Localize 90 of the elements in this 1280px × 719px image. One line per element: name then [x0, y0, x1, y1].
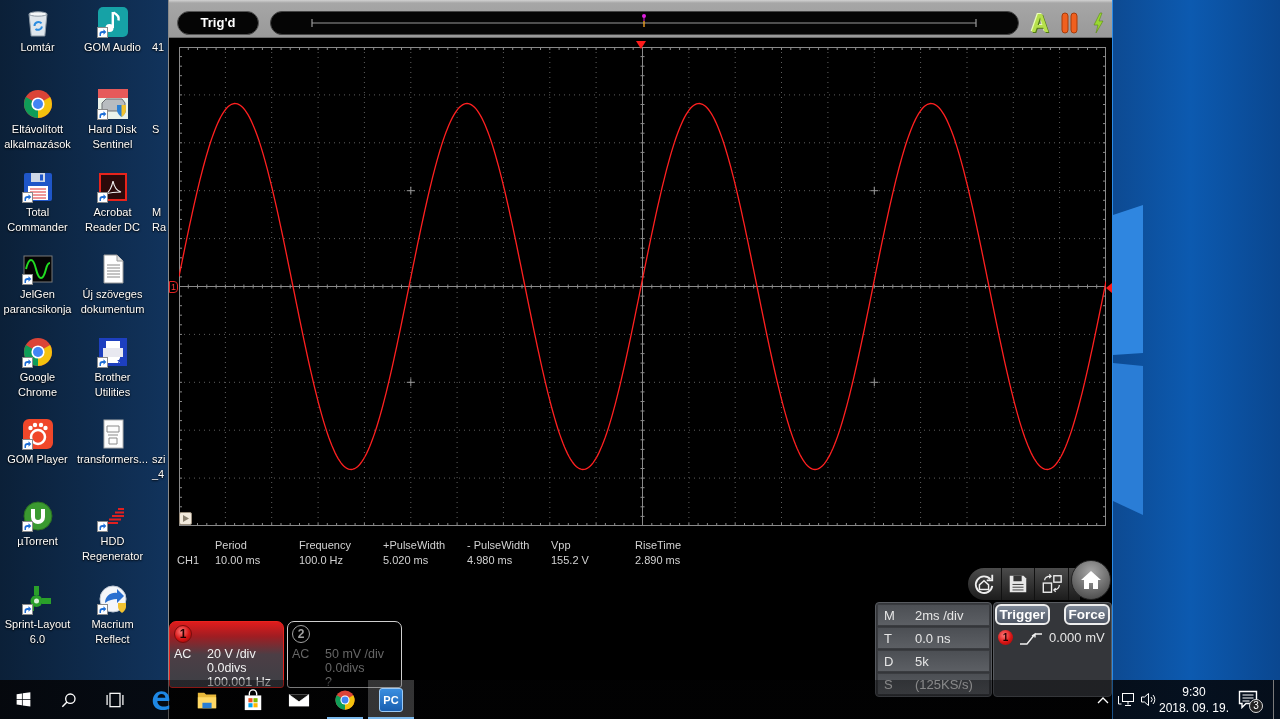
- desktop-icon-label[interactable]: Lomtár: [20, 40, 55, 55]
- pause-icon[interactable]: [1061, 12, 1078, 34]
- trigger-position-marker-icon: [636, 41, 646, 49]
- timebase-key: T: [884, 630, 915, 646]
- app-logo: PC: [379, 687, 403, 712]
- measurement-name: +PulseWidth: [383, 538, 446, 553]
- desktop-icon-label[interactable]: Eltávolított alkalmazások: [4, 122, 71, 153]
- channel-panel[interactable]: 1 AC 20 V /div 0.0divs 100.001 Hz: [169, 621, 284, 688]
- desktop-icon-label[interactable]: GOM Audio: [84, 40, 141, 55]
- coupling-label: AC: [292, 647, 311, 661]
- timebase-row[interactable]: S (125KS/s): [877, 673, 990, 695]
- desktop-icon-label[interactable]: Hard Disk Sentinel: [88, 122, 137, 153]
- printer-icon[interactable]: [96, 335, 129, 368]
- desktop-icon-label[interactable]: 41: [150, 40, 165, 55]
- pdf-reader-icon[interactable]: [96, 170, 129, 203]
- house-icon: [1079, 568, 1103, 592]
- sine-wave-icon[interactable]: [21, 253, 54, 286]
- timebase-key: S: [884, 676, 915, 692]
- home-refresh-icon[interactable]: [973, 573, 996, 595]
- desktop-icon-label[interactable]: S: [150, 122, 160, 138]
- speaker-icon[interactable]: [1139, 692, 1157, 707]
- search-icon: [61, 691, 77, 708]
- clock-date[interactable]: 2018. 09. 19.: [1158, 699, 1230, 716]
- frequency-value: 100.001 Hz: [207, 675, 272, 689]
- frequency-value: ?: [325, 675, 333, 689]
- measurement-value: 5.020 ms: [383, 553, 429, 568]
- desktop-icon-label[interactable]: Új szöveges dokumentum: [80, 287, 145, 318]
- force-button[interactable]: Force: [1064, 604, 1110, 625]
- desktop-icon-label[interactable]: HDD Regenerator: [81, 534, 144, 565]
- desktop-icon-label[interactable]: Brother Utilities: [94, 369, 131, 400]
- desktop-icon-label[interactable]: M Ra: [150, 204, 167, 235]
- network-icon[interactable]: [1116, 692, 1134, 707]
- desktop-icon-label[interactable]: GOM Player: [7, 451, 68, 467]
- position-marker-icon[interactable]: [642, 14, 646, 28]
- desktop-icon-label[interactable]: transformers...: [77, 451, 148, 467]
- timebase-value: 5k: [915, 653, 929, 669]
- timebase-row[interactable]: T 0.0 ns: [877, 627, 990, 649]
- desktop-icon-label[interactable]: Google Chrome: [17, 369, 58, 400]
- e-logo-icon: [150, 688, 172, 711]
- timebase-row[interactable]: M 2ms /div: [877, 604, 990, 626]
- offset-value: 0.0divs: [325, 661, 366, 675]
- chevron-up-icon[interactable]: [1097, 695, 1109, 704]
- channel-marker: 1: [169, 281, 178, 293]
- measurement-name: Frequency: [299, 538, 351, 553]
- browser-icon: [334, 688, 356, 711]
- measurement-value: 155.2 V: [551, 553, 589, 568]
- measurement-value: 10.00 ms: [215, 553, 261, 568]
- home-button[interactable]: [1071, 560, 1111, 600]
- channel-label: CH1: [177, 553, 200, 568]
- measurement-name: RiseTime: [635, 538, 682, 553]
- trigger-threshold: 0.000 mV: [1049, 630, 1105, 645]
- desktop-icon-label[interactable]: JelGen parancsikonja: [3, 287, 72, 318]
- swap-windows-icon[interactable]: [1040, 573, 1063, 595]
- timebase-value: 2ms /div: [915, 607, 964, 623]
- measurement-value: 100.0 Hz: [299, 553, 344, 568]
- shopping-bag-icon: [242, 688, 264, 711]
- notification-count: 3: [1249, 699, 1263, 713]
- start-icon: [15, 692, 31, 707]
- message-icon[interactable]: [1238, 690, 1258, 709]
- desktop-icon-label[interactable]: Acrobat Reader DC: [85, 204, 140, 235]
- measurement-name: Period: [215, 538, 247, 553]
- channel-panel[interactable]: 2 AC 50 mV /div 0.0divs ?: [287, 621, 402, 688]
- measurement-name: - PulseWidth: [467, 538, 530, 553]
- volts-per-div: 20 V /div: [207, 647, 257, 661]
- timebase-key: D: [884, 653, 915, 669]
- measurement-name: Vpp: [551, 538, 571, 553]
- channel-badge: 1: [174, 625, 192, 643]
- timebase-key: M: [884, 607, 915, 623]
- clock-time[interactable]: 9:30: [1182, 683, 1206, 700]
- taskbar-app-button[interactable]: PC: [368, 680, 414, 719]
- offset-value: 0.0divs: [207, 661, 248, 675]
- trigger-button[interactable]: Trigger: [995, 604, 1050, 625]
- desktop-icon-label[interactable]: szi _4: [150, 451, 166, 482]
- desktop-icon-label[interactable]: Macrium Reflect: [91, 616, 134, 647]
- browser-icon[interactable]: [21, 88, 54, 121]
- trigger-status: Trig'd: [177, 11, 259, 35]
- timebase-value: 0.0 ns: [915, 630, 951, 646]
- desktop-icon-label[interactable]: Sprint-Layout 6.0: [4, 616, 71, 647]
- trigger-source-badge: 1: [998, 630, 1013, 645]
- save-icon[interactable]: [1007, 573, 1029, 595]
- measurement-value: 2.890 ms: [635, 553, 681, 568]
- play-icon: [182, 515, 189, 522]
- play-button[interactable]: [179, 512, 192, 525]
- measurement-value: 4.980 ms: [467, 553, 513, 568]
- coupling-label: AC: [174, 647, 193, 661]
- timebase-value: (125KS/s): [915, 676, 973, 692]
- desktop-icon-label[interactable]: µTorrent: [17, 534, 58, 550]
- timebase-row[interactable]: D 5k: [877, 650, 990, 672]
- volts-per-div: 50 mV /div: [325, 647, 386, 661]
- desktop-icon-label[interactable]: Total Commander: [7, 204, 68, 235]
